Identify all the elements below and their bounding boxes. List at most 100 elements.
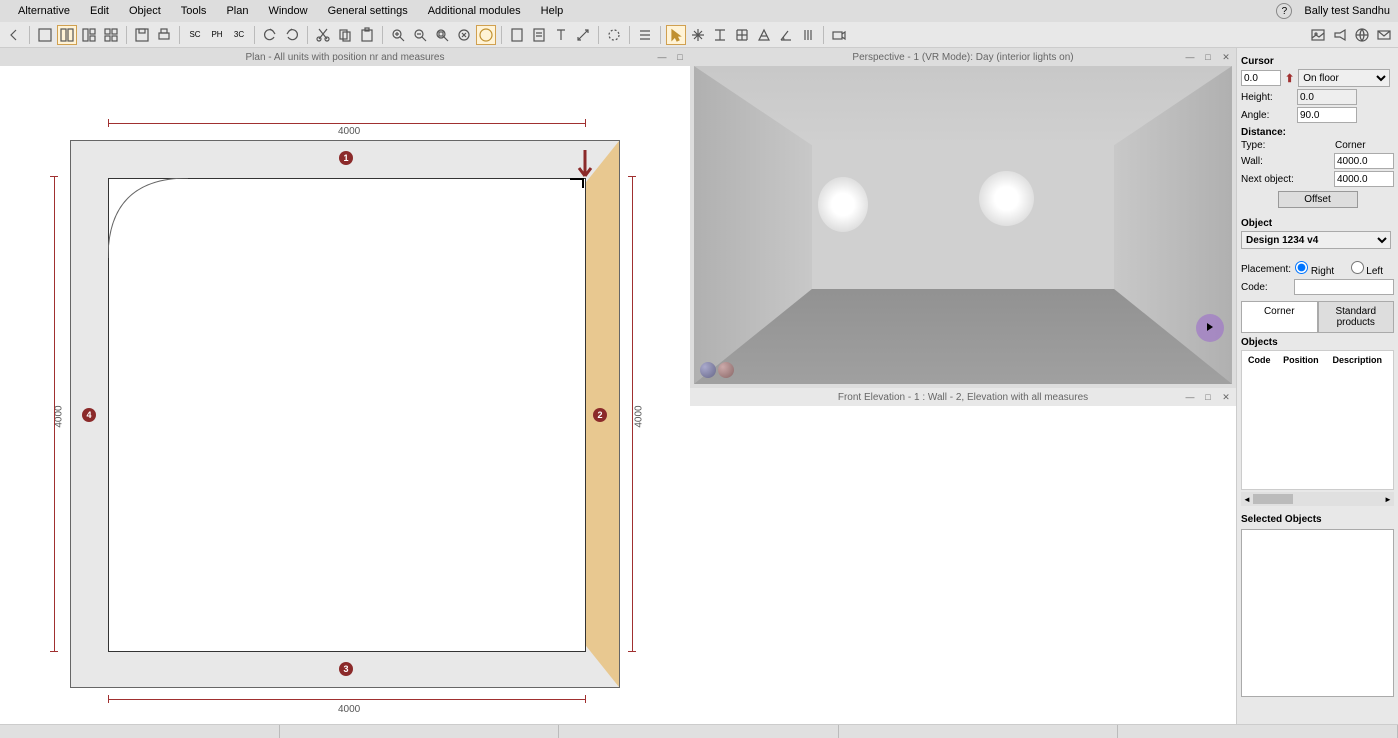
col-position: Position (1279, 353, 1326, 367)
persp-minimize-icon[interactable]: ― (1184, 51, 1196, 63)
circle-icon[interactable] (604, 25, 624, 45)
menu-additional-modules[interactable]: Additional modules (418, 5, 531, 17)
elevation-window-title: Front Elevation - 1 : Wall - 2, Elevatio… (690, 388, 1236, 406)
placement-right-radio[interactable] (1295, 261, 1308, 274)
text-icon[interactable] (551, 25, 571, 45)
height-input[interactable] (1297, 89, 1357, 105)
floor-select[interactable]: On floor (1298, 69, 1390, 87)
nav-orbit-icon[interactable] (700, 362, 716, 378)
angle-icon[interactable] (776, 25, 796, 45)
sc-button[interactable]: SC (185, 25, 205, 45)
dim-bottom-label: 4000 (338, 704, 360, 715)
page-icon[interactable] (507, 25, 527, 45)
menu-window[interactable]: Window (258, 5, 317, 17)
undo-icon[interactable] (260, 25, 280, 45)
angle-input[interactable] (1297, 107, 1357, 123)
elev-close-icon[interactable]: ✕ (1220, 391, 1232, 403)
wall-marker-3[interactable]: 3 (339, 662, 353, 676)
next-object-label: Next object: (1241, 174, 1304, 185)
camera-icon[interactable] (829, 25, 849, 45)
announce-icon[interactable] (1330, 25, 1350, 45)
offset-button[interactable]: Offset (1278, 191, 1358, 208)
menu-object[interactable]: Object (119, 5, 171, 17)
ph-button[interactable]: PH (207, 25, 227, 45)
print-icon[interactable] (154, 25, 174, 45)
menu-edit[interactable]: Edit (80, 5, 119, 17)
dimension-icon[interactable] (573, 25, 593, 45)
layout-1-icon[interactable] (35, 25, 55, 45)
layout-3-icon[interactable] (79, 25, 99, 45)
grid-icon[interactable] (732, 25, 752, 45)
scroll-right-icon[interactable]: ► (1382, 495, 1394, 504)
menu-plan[interactable]: Plan (216, 5, 258, 17)
layout-4-icon[interactable] (101, 25, 121, 45)
help-icon[interactable]: ? (1276, 3, 1292, 19)
cut-icon[interactable] (313, 25, 333, 45)
angle-label: Angle: (1241, 110, 1293, 121)
zoom-fit-icon[interactable] (432, 25, 452, 45)
code-input[interactable] (1294, 279, 1394, 295)
copy-icon[interactable] (335, 25, 355, 45)
persp-close-icon[interactable]: ✕ (1220, 51, 1232, 63)
objects-table[interactable]: Code Position Description (1241, 350, 1394, 490)
snap-1-icon[interactable] (688, 25, 708, 45)
plan-window-title: Plan - All units with position nr and me… (0, 48, 690, 66)
objects-section-title: Objects (1241, 337, 1394, 348)
pointer-icon[interactable] (666, 25, 686, 45)
perspective-icon[interactable] (754, 25, 774, 45)
menu-alternative[interactable]: Alternative (8, 5, 80, 17)
cursor-value-input[interactable] (1241, 70, 1281, 86)
doc-icon[interactable] (529, 25, 549, 45)
plan-title-label: Plan - All units with position nr and me… (246, 52, 445, 63)
persp-maximize-icon[interactable]: □ (1202, 51, 1214, 63)
perspective-window-title: Perspective - 1 (VR Mode): Day (interior… (690, 48, 1236, 66)
parallel-icon[interactable] (798, 25, 818, 45)
object-select[interactable]: Design 1234 v4 (1241, 231, 1391, 249)
plan-window: Plan - All units with position nr and me… (0, 48, 690, 724)
up-arrow-icon: ⬆ (1285, 72, 1294, 85)
zoom-all-icon[interactable] (476, 25, 496, 45)
dim-right-label: 4000 (634, 405, 645, 427)
tc-button[interactable]: 3C (229, 25, 249, 45)
paste-icon[interactable] (357, 25, 377, 45)
tab-corner[interactable]: Corner (1241, 301, 1318, 333)
distance-label: Distance: (1241, 127, 1394, 138)
wall-input[interactable] (1334, 153, 1394, 169)
zoom-out-icon[interactable] (410, 25, 430, 45)
plan-canvas[interactable]: 4000 4000 4000 4000 (0, 66, 690, 724)
menu-tools[interactable]: Tools (171, 5, 217, 17)
scroll-left-icon[interactable]: ◄ (1241, 495, 1253, 504)
layout-2-icon[interactable] (57, 25, 77, 45)
placement-left-radio[interactable] (1351, 261, 1364, 274)
menu-help[interactable]: Help (531, 5, 574, 17)
zoom-in-icon[interactable] (388, 25, 408, 45)
plan-maximize-icon[interactable]: □ (674, 51, 686, 63)
next-object-input[interactable] (1334, 171, 1394, 187)
save-icon[interactable] (132, 25, 152, 45)
image-icon[interactable] (1308, 25, 1328, 45)
snap-2-icon[interactable] (710, 25, 730, 45)
redo-icon[interactable] (282, 25, 302, 45)
elev-maximize-icon[interactable]: □ (1202, 391, 1214, 403)
globe-icon[interactable] (1352, 25, 1372, 45)
mail-icon[interactable] (1374, 25, 1394, 45)
perspective-canvas[interactable] (694, 66, 1232, 384)
wall-marker-4[interactable]: 4 (82, 408, 96, 422)
back-icon[interactable] (4, 25, 24, 45)
menu-general-settings[interactable]: General settings (318, 5, 418, 17)
objects-hscroll[interactable]: ◄ ► (1241, 492, 1394, 506)
wall-marker-2[interactable]: 2 (593, 408, 607, 422)
nav-pan-icon[interactable] (718, 362, 734, 378)
cursor-highlight-icon (1196, 314, 1224, 342)
plan-minimize-icon[interactable]: ― (656, 51, 668, 63)
selected-objects-list[interactable] (1241, 529, 1394, 697)
type-label: Type: (1241, 140, 1293, 151)
code-label: Code: (1241, 282, 1290, 293)
elev-minimize-icon[interactable]: ― (1184, 391, 1196, 403)
zoom-selection-icon[interactable] (454, 25, 474, 45)
wall-marker-1[interactable]: 1 (339, 151, 353, 165)
tab-standard-products[interactable]: Standard products (1318, 301, 1395, 333)
list-icon[interactable] (635, 25, 655, 45)
placement-label: Placement: (1241, 264, 1291, 275)
perspective-window: Perspective - 1 (VR Mode): Day (interior… (690, 48, 1236, 388)
